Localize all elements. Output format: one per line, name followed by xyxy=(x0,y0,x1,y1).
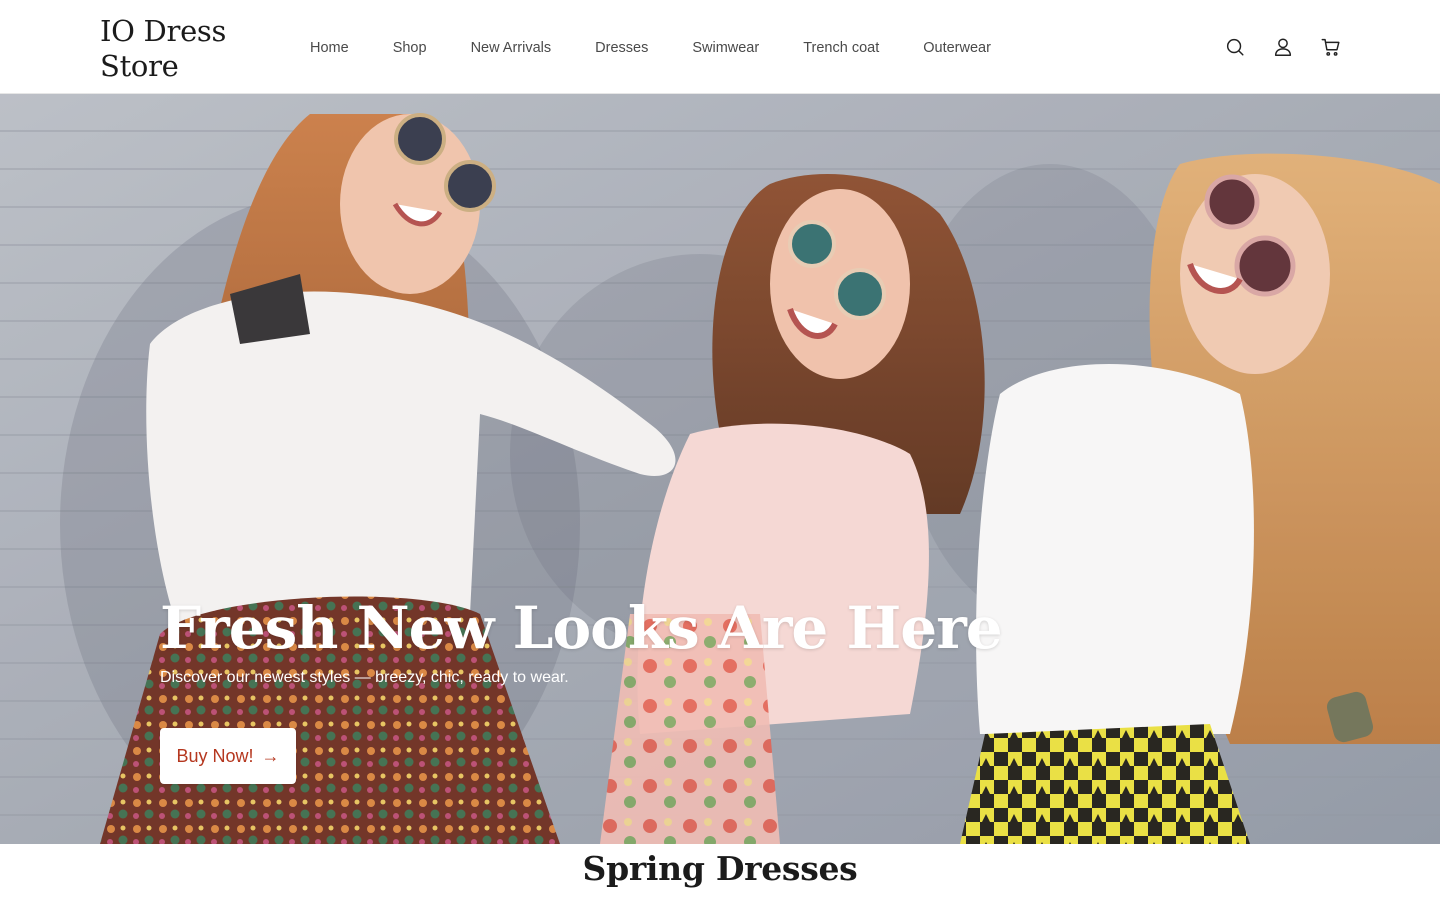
header-actions xyxy=(1224,34,1342,60)
nav-item-home[interactable]: Home xyxy=(288,40,371,56)
nav-item-shop[interactable]: Shop xyxy=(371,40,449,56)
nav-item-dresses[interactable]: Dresses xyxy=(573,40,670,56)
buy-now-button[interactable]: Buy Now! → xyxy=(160,728,296,784)
search-icon xyxy=(1226,38,1244,56)
hero-banner: Fresh New Looks Are Here Discover our ne… xyxy=(0,94,1440,844)
logo-line-1: IO Dress xyxy=(100,14,227,48)
site-header: IO Dress Store Home Shop New Arrivals Dr… xyxy=(0,0,1440,94)
nav-item-swimwear[interactable]: Swimwear xyxy=(670,40,781,56)
store-logo[interactable]: IO Dress Store xyxy=(100,14,260,84)
arrow-right-icon: → xyxy=(261,746,280,766)
hero-subtitle: Discover our newest styles — breezy, chi… xyxy=(160,669,569,686)
hero-title: Fresh New Looks Are Here xyxy=(160,594,1003,662)
buy-now-label: Buy Now! xyxy=(176,745,254,766)
account-button[interactable] xyxy=(1272,35,1294,59)
nav-item-new-arrivals[interactable]: New Arrivals xyxy=(449,40,574,56)
section-title: Spring Dresses xyxy=(582,849,858,888)
main-nav: Home Shop New Arrivals Dresses Swimwear … xyxy=(288,37,1013,59)
cart-icon xyxy=(1321,38,1340,56)
search-button[interactable] xyxy=(1224,35,1246,59)
account-icon xyxy=(1274,38,1292,56)
cart-button[interactable] xyxy=(1320,35,1342,59)
logo-line-2: Store xyxy=(100,49,179,83)
nav-item-outerwear[interactable]: Outerwear xyxy=(901,40,1013,56)
nav-item-trench-coat[interactable]: Trench coat xyxy=(781,40,901,56)
